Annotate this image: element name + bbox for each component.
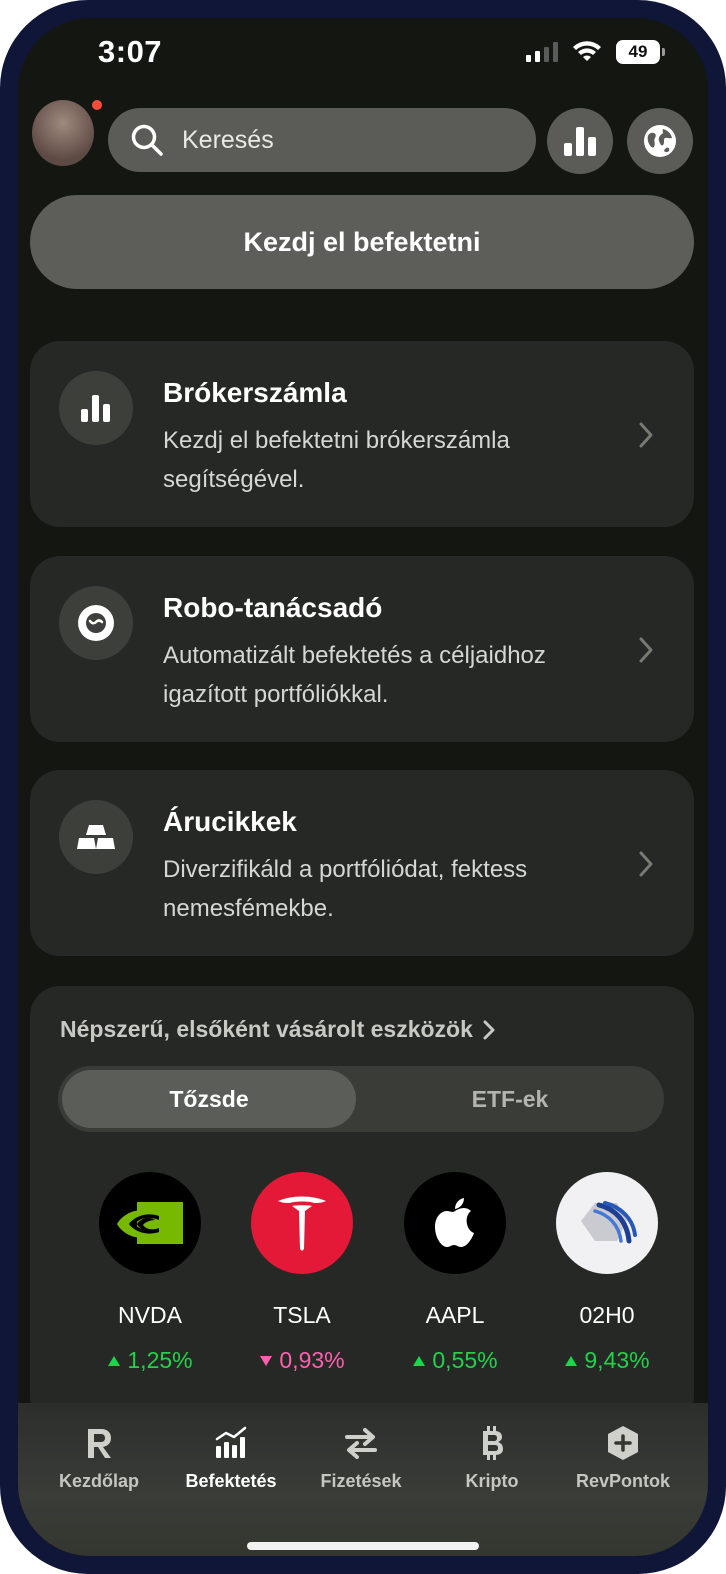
- nvidia-logo-icon: [99, 1172, 201, 1274]
- popular-assets-title: Népszerű, elsőként vásárolt eszközök: [60, 1016, 473, 1042]
- nav-item-crypto[interactable]: Kripto: [423, 1425, 561, 1492]
- phone-frame: 3:07 49 Keresés Kezdj el befektetni Brók…: [0, 0, 726, 1574]
- triangle-down-icon: [260, 1355, 273, 1366]
- popular-assets-section: Népszerű, elsőként vásárolt eszközök Tőz…: [30, 986, 694, 1426]
- stock-change: 0,55%: [390, 1347, 520, 1374]
- status-time: 3:07: [98, 34, 163, 69]
- stock-item-tsla[interactable]: TSLA 0,93%: [237, 1172, 367, 1374]
- status-icons: 49: [526, 40, 665, 64]
- investment-chart-icon: [215, 1426, 247, 1458]
- card-description: Automatizált befektetés a céljaidhoz iga…: [163, 642, 546, 708]
- stock-change-value: 1,25%: [127, 1347, 193, 1373]
- card-brokerage[interactable]: Brókerszámla Kezdj el befektetni brókers…: [30, 341, 694, 527]
- robo-advisor-icon: [78, 605, 114, 641]
- chevron-right-icon: [483, 1020, 495, 1039]
- bitcoin-icon: [483, 1426, 503, 1460]
- globe-button[interactable]: [627, 108, 693, 174]
- card-icon-wrap: [59, 586, 133, 660]
- stock-change-value: 0,93%: [279, 1347, 345, 1373]
- search-placeholder: Keresés: [182, 125, 274, 154]
- chevron-right-icon: [639, 422, 653, 448]
- card-title: Árucikkek: [163, 806, 297, 837]
- tab-stocks[interactable]: Tőzsde: [62, 1070, 356, 1128]
- nav-label: Fizetések: [320, 1471, 402, 1491]
- wifi-icon: [573, 41, 601, 61]
- triangle-up-icon: [413, 1355, 426, 1366]
- nav-label: Kezdőlap: [58, 1471, 139, 1491]
- notification-dot: [92, 100, 102, 110]
- card-description: Diverzifikáld a portfóliódat, fektess ne…: [163, 856, 528, 922]
- stock-change: 0,93%: [237, 1347, 367, 1374]
- card-robo-advisor[interactable]: Robo-tanácsadó Automatizált befektetés a…: [30, 556, 694, 742]
- gold-bars-icon: [77, 825, 115, 849]
- card-icon-wrap: [59, 800, 133, 874]
- stock-change: 9,43%: [542, 1347, 672, 1374]
- search-input[interactable]: Keresés: [108, 108, 536, 172]
- analytics-button[interactable]: [547, 108, 613, 174]
- stock-ticker: TSLA: [273, 1302, 331, 1328]
- avatar[interactable]: [32, 100, 94, 166]
- nav-item-invest[interactable]: Befektetés: [162, 1425, 300, 1492]
- stock-ticker: NVDA: [118, 1302, 182, 1328]
- card-icon-wrap: [59, 371, 133, 445]
- nav-label: Kripto: [465, 1471, 519, 1491]
- nav-item-revpoints[interactable]: RevPontok: [554, 1425, 692, 1492]
- tab-etfs[interactable]: ETF-ek: [360, 1070, 660, 1128]
- bar-chart-icon: [81, 395, 110, 422]
- nav-label: Befektetés: [185, 1471, 277, 1491]
- nav-item-home[interactable]: Kezdőlap: [30, 1425, 168, 1492]
- stock-item-aapl[interactable]: AAPL 0,55%: [390, 1172, 520, 1374]
- stock-change-value: 9,43%: [584, 1347, 650, 1373]
- triangle-up-icon: [565, 1355, 578, 1366]
- card-description: Kezdj el befektetni brókerszámla segítsé…: [163, 427, 510, 493]
- stock-item-02h0[interactable]: 02H0 9,43%: [542, 1172, 672, 1374]
- app-screen: 3:07 49 Keresés Kezdj el befektetni Brók…: [18, 18, 708, 1556]
- stock-change-value: 0,55%: [432, 1347, 498, 1373]
- fund-logo-icon: [556, 1172, 658, 1274]
- chevron-right-icon: [639, 637, 653, 663]
- start-investing-button[interactable]: Kezdj el befektetni: [30, 195, 694, 289]
- popular-assets-link[interactable]: Népszerű, elsőként vásárolt eszközök: [60, 1016, 495, 1043]
- search-icon: [131, 124, 163, 156]
- market-tabs: Tőzsde ETF-ek: [58, 1066, 664, 1132]
- nav-label: RevPontok: [575, 1471, 671, 1491]
- triangle-up-icon: [108, 1355, 121, 1366]
- transfer-arrows-icon: [345, 1428, 377, 1459]
- bar-chart-icon: [564, 127, 596, 156]
- card-title: Brókerszámla: [163, 377, 347, 408]
- apple-logo-icon: [404, 1172, 506, 1274]
- chevron-right-icon: [639, 851, 653, 877]
- home-indicator: [247, 1542, 479, 1550]
- revolut-logo-icon: [88, 1429, 111, 1458]
- stock-ticker: AAPL: [425, 1302, 485, 1328]
- stock-ticker: 02H0: [579, 1302, 635, 1328]
- card-title: Robo-tanácsadó: [163, 592, 383, 623]
- card-commodities[interactable]: Árucikkek Diverzifikáld a portfóliódat, …: [30, 770, 694, 956]
- signal-icon: [526, 42, 558, 62]
- stock-change: 1,25%: [85, 1347, 215, 1374]
- nav-item-payments[interactable]: Fizetések: [292, 1425, 430, 1492]
- bottom-nav: Kezdőlap Befektetés Fizetések Kripto Rev…: [18, 1403, 708, 1556]
- tesla-logo-icon: [251, 1172, 353, 1274]
- revpoints-icon: [608, 1426, 638, 1460]
- globe-icon: [644, 125, 676, 157]
- stock-item-nvda[interactable]: NVDA 1,25%: [85, 1172, 215, 1374]
- battery-indicator: 49: [616, 40, 665, 64]
